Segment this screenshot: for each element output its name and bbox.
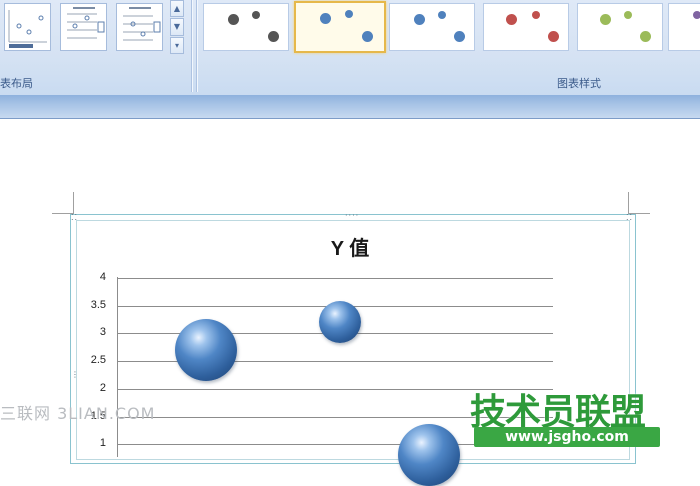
watermark-3lian: 三联网 3LIAN.COM — [0, 404, 156, 423]
page-margin-mark — [73, 192, 74, 214]
chart-layout-group-label: 表布局 — [0, 77, 33, 90]
resize-handle[interactable]: ⁚⁚ — [626, 214, 633, 222]
scroll-up-icon[interactable]: ▲ — [170, 0, 184, 18]
y-axis-line — [117, 277, 118, 457]
page-margin-mark — [628, 192, 629, 214]
style-dot — [438, 11, 446, 19]
scroll-down-icon[interactable]: ▼ — [170, 18, 184, 36]
data-bubble[interactable] — [397, 424, 460, 486]
brand-watermark: 技术员联盟 www.jsgho.com — [470, 383, 660, 450]
style-dot — [624, 11, 632, 19]
layout-gallery-scroller: ▲ ▼ ▾ — [170, 0, 184, 55]
style-dot — [693, 11, 700, 19]
chart-style-option-4[interactable] — [483, 3, 569, 51]
style-dot — [532, 11, 540, 19]
ribbon: ▲ ▼ ▾ 表布局 图表样式 — [0, 0, 700, 96]
style-dot — [414, 14, 425, 25]
layout-1-preview-icon — [8, 10, 47, 48]
style-dot — [252, 11, 260, 19]
chart-layout-option-3[interactable] — [116, 3, 163, 51]
resize-handle[interactable]: ⋮ — [71, 371, 80, 379]
y-tick-label: 1 — [99, 437, 106, 450]
layout-3-preview-icon — [123, 7, 161, 41]
chart-style-option-3[interactable] — [389, 3, 475, 51]
ribbon-bottom-band — [0, 95, 700, 119]
y-tick-label: 4 — [99, 271, 106, 283]
y-tick-label: 2 — [99, 381, 106, 394]
style-dot — [600, 14, 611, 25]
data-bubble[interactable] — [175, 319, 237, 382]
style-dot — [506, 14, 517, 25]
style-dot — [228, 14, 239, 25]
y-tick-label: 3.5 — [90, 298, 106, 311]
layout-2-preview-icon — [67, 7, 105, 39]
style-dot — [320, 13, 331, 24]
chart-style-option-5[interactable] — [577, 3, 663, 51]
chart-title[interactable]: Y 值 — [300, 232, 400, 261]
more-icon[interactable]: ▾ — [170, 36, 184, 54]
style-dot — [345, 10, 353, 18]
resize-handle[interactable]: ···· — [345, 212, 359, 220]
resize-handle[interactable]: ⁚⁚ — [71, 214, 78, 222]
style-dot — [362, 31, 373, 42]
group-divider — [191, 0, 192, 92]
chart-styles-group-label: 图表样式 — [557, 77, 601, 90]
style-dot — [454, 31, 465, 42]
style-dot — [268, 31, 279, 42]
chart-style-option-2[interactable] — [294, 1, 386, 53]
chart-style-option-6[interactable] — [668, 3, 700, 51]
group-divider — [196, 0, 197, 92]
data-bubble[interactable] — [318, 301, 361, 344]
chart-layout-option-2[interactable] — [60, 3, 107, 51]
brand-url: www.jsgho.com — [474, 427, 660, 447]
gridline — [117, 278, 553, 279]
style-dot — [640, 31, 651, 42]
chart-style-option-1[interactable] — [203, 3, 289, 51]
y-tick-label: 2.5 — [90, 354, 106, 367]
y-tick-label: 3 — [99, 326, 106, 339]
style-dot — [548, 31, 559, 42]
chart-layout-option-1[interactable] — [4, 3, 51, 51]
